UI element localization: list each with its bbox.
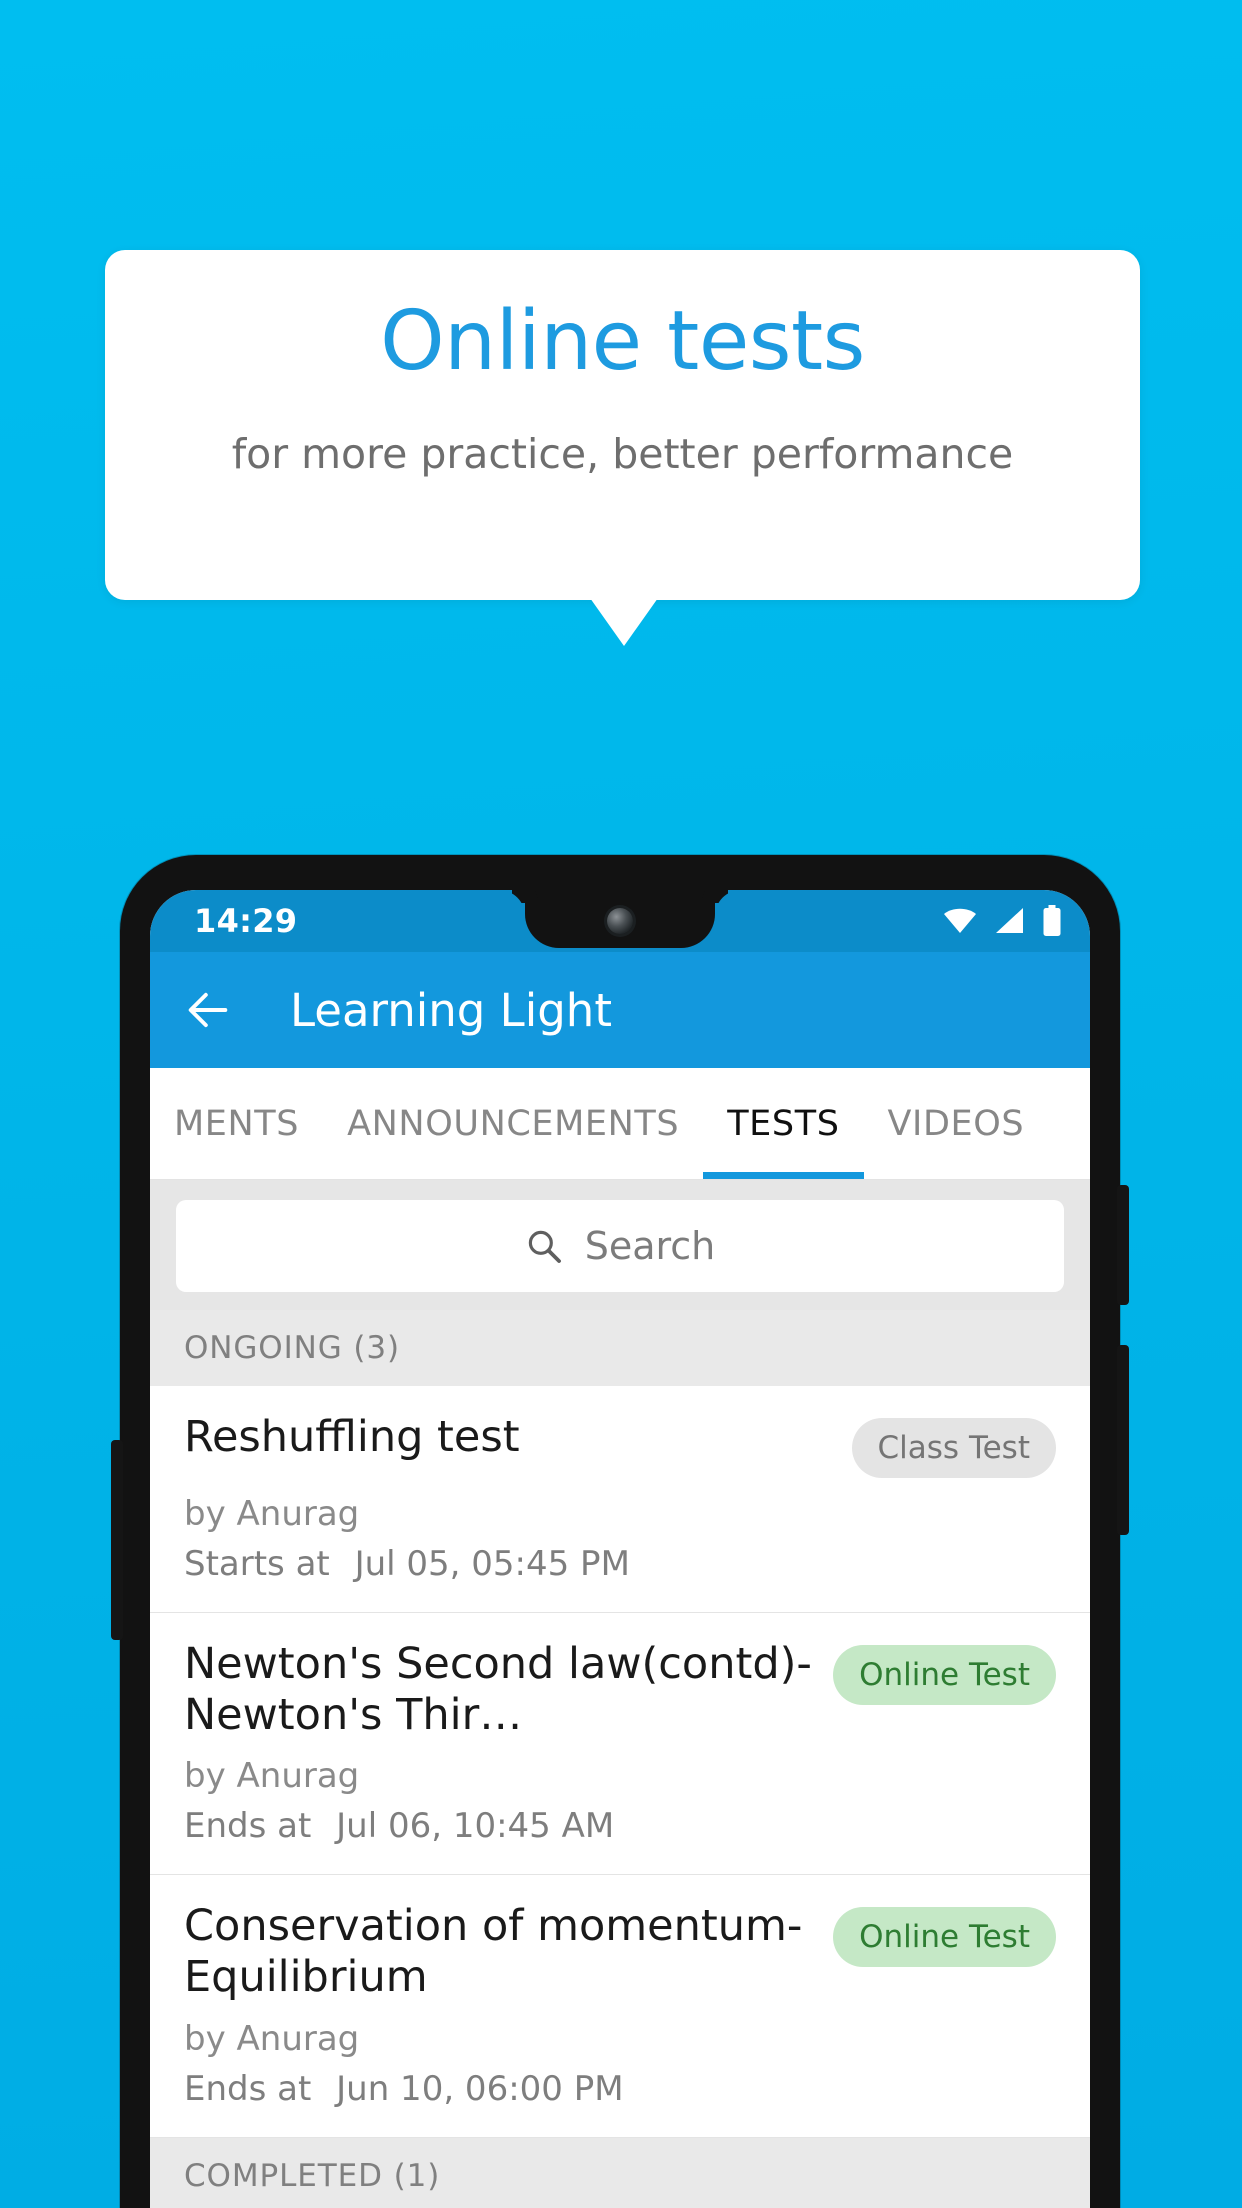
phone-assistant-button (111, 1440, 123, 1640)
promo-subtitle: for more practice, better performance (231, 430, 1014, 478)
promo-title: Online tests (380, 294, 865, 389)
table-row[interactable]: Newton's Second law(contd)-Newton's Thir… (150, 1613, 1090, 1876)
table-row[interactable]: Reshuffling test Class Test by Anurag St… (150, 1386, 1090, 1613)
test-title: Newton's Second law(contd)-Newton's Thir… (184, 1639, 812, 1740)
section-header-label: ONGOING (3) (184, 1330, 401, 1366)
tab-assignments[interactable]: MENTS (150, 1068, 323, 1179)
test-schedule: Ends at Jul 06, 10:45 AM (184, 1806, 1056, 1846)
test-author: by Anurag (184, 1494, 360, 1534)
tab-label: VIDEOS (887, 1103, 1025, 1144)
test-schedule: Ends at Jun 10, 06:00 PM (184, 2069, 1056, 2109)
test-author: by Anurag (184, 1756, 360, 1797)
status-badge: Online Test (833, 1907, 1056, 1968)
tab-label: ANNOUNCEMENTS (347, 1103, 680, 1144)
section-header-label: COMPLETED (1) (184, 2157, 441, 2194)
test-schedule-value: Jul 05, 05:45 PM (354, 1544, 630, 1584)
search-input[interactable]: Search (176, 1200, 1064, 1292)
phone-screen: 14:29 Learning Light MENTS ANNOUNCEMENTS… (150, 890, 1090, 2208)
test-schedule-label: Ends at (184, 1806, 312, 1847)
status-badge: Class Test (851, 1418, 1056, 1478)
tab-bar: MENTS ANNOUNCEMENTS TESTS VIDEOS (150, 1068, 1090, 1180)
status-badge: Online Test (833, 1645, 1056, 1705)
test-author: by Anurag (184, 2018, 360, 2059)
test-title: Conservation of momentum-Equilibrium (184, 1901, 803, 2003)
back-arrow-icon[interactable] (182, 984, 234, 1036)
search-area: Search (150, 1180, 1090, 1310)
tab-videos[interactable]: VIDEOS (864, 1068, 1049, 1179)
table-row[interactable]: Conservation of momentum-Equilibrium Onl… (150, 1875, 1090, 2138)
search-placeholder: Search (584, 1224, 716, 1268)
signal-icon (996, 908, 1023, 933)
phone-mockup: 14:29 Learning Light MENTS ANNOUNCEMENTS… (111, 855, 1129, 2208)
status-bar: 14:29 (150, 890, 1090, 952)
app-bar-title: Learning Light (290, 983, 612, 1037)
section-header-ongoing: ONGOING (3) (150, 1310, 1090, 1386)
test-schedule-value: Jun 10, 06:00 PM (336, 2068, 624, 2109)
battery-icon (1043, 905, 1061, 936)
phone-power-button (1117, 1345, 1129, 1535)
test-schedule-label: Ends at (184, 2068, 312, 2109)
tab-announcements[interactable]: ANNOUNCEMENTS (323, 1068, 703, 1179)
front-camera-icon (607, 908, 633, 934)
wifi-icon (944, 908, 976, 933)
promo-callout-card: Online tests for more practice, better p… (105, 250, 1140, 600)
status-icons (942, 905, 1062, 937)
app-bar: Learning Light (150, 952, 1090, 1068)
test-schedule-label: Starts at (184, 1544, 330, 1584)
test-row-top: Conservation of momentum-Equilibrium Onl… (184, 1901, 1056, 2002)
search-icon (528, 1230, 561, 1263)
tab-tests[interactable]: TESTS (703, 1068, 864, 1179)
promo-callout-tail (590, 598, 658, 646)
tab-label: MENTS (174, 1103, 300, 1144)
test-schedule-value: Jul 06, 10:45 AM (336, 1806, 615, 1847)
tab-label: TESTS (727, 1103, 840, 1144)
test-schedule: Starts at Jul 05, 05:45 PM (184, 1544, 1056, 1584)
test-title: Reshuffling test (184, 1412, 520, 1462)
test-row-top: Newton's Second law(contd)-Newton's Thir… (184, 1639, 1056, 1740)
section-header-completed: COMPLETED (1) (150, 2137, 1090, 2208)
test-row-top: Reshuffling test Class Test (184, 1412, 1056, 1478)
status-time: 14:29 (194, 902, 298, 940)
phone-notch (525, 890, 715, 948)
phone-volume-button (1117, 1185, 1129, 1305)
